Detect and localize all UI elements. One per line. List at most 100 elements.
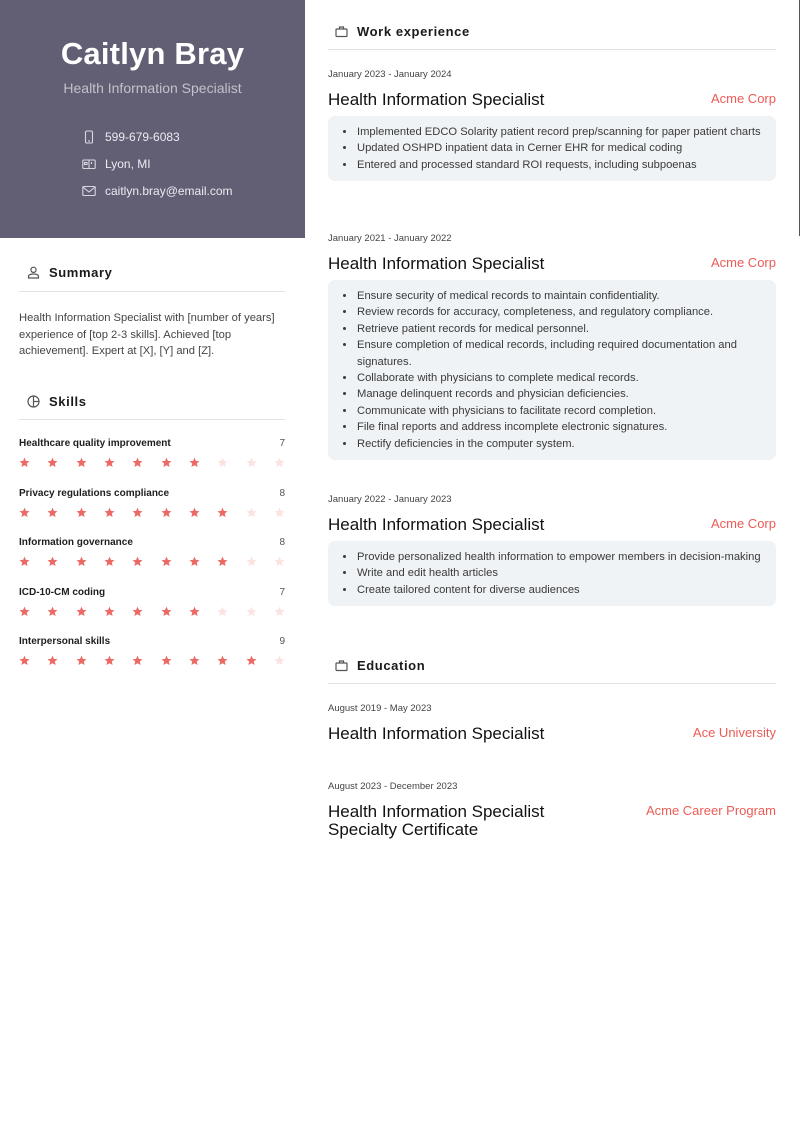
bullet-item: Create tailored content for diverse audi… [356,582,762,598]
education-heading: Education [335,658,425,673]
star-filled-icon [246,653,257,665]
entry-date: August 2019 - May 2023 [328,703,432,714]
star-empty-icon [217,455,228,467]
skill-value: 8 [279,487,285,499]
star-filled-icon [47,455,58,467]
person-icon [27,266,40,279]
education-divider [328,683,776,684]
star-filled-icon [19,604,30,616]
skill-rating [19,505,285,517]
entry-org: Acme Corp [710,255,776,270]
contact-phone: 599-679-6083 [82,123,233,150]
skill-value: 8 [279,537,285,548]
entry-org: Acme Corp [710,516,776,531]
work-entry: January 2022 - January 2023 Health Infor… [328,494,776,607]
star-filled-icon [132,505,143,517]
location-icon [82,157,96,171]
skill-rating [19,604,285,616]
skills-heading-text: Skills [49,394,87,409]
phone-value: 599-679-6083 [105,129,180,144]
star-empty-icon [217,604,228,616]
education-entry: August 2023 - December 2023 Health Infor… [328,781,776,839]
star-filled-icon [189,604,200,616]
skill-item: Healthcare quality improvement 7 [19,438,285,488]
summary-heading-text: Summary [49,265,113,280]
star-filled-icon [132,653,143,665]
star-filled-icon [104,505,115,517]
bullet-item: Updated OSHPD inpatient data in Cerner E… [356,140,762,156]
email-icon [82,184,96,198]
briefcase-icon [335,659,348,672]
work-heading: Work experience [335,24,470,39]
education-heading-text: Education [357,658,426,673]
skill-value: 9 [279,636,285,647]
star-filled-icon [104,653,115,665]
star-filled-icon [217,554,228,566]
skills-divider [19,419,285,420]
entry-role: Health Information Specialist Specialty … [328,802,545,839]
work-heading-text: Work experience [357,24,470,39]
skill-value: 7 [279,438,285,449]
skill-rating [19,455,285,467]
star-filled-icon [19,455,30,467]
star-filled-icon [189,653,200,665]
star-filled-icon [132,455,143,467]
entry-bullets: Ensure security of medical records to ma… [328,280,776,461]
bullet-item: Ensure security of medical records to ma… [356,288,762,304]
contact-email: caitlyn.bray@email.com [82,177,233,204]
entry-role: Health Information Specialist [328,724,545,743]
star-empty-icon [274,604,285,616]
star-filled-icon [47,554,58,566]
star-filled-icon [104,554,115,566]
skill-name: Interpersonal skills [19,636,111,647]
star-filled-icon [47,653,58,665]
skill-item: Information governance 8 [19,537,285,587]
entry-date: January 2021 - January 2022 [328,233,452,244]
star-filled-icon [19,653,30,665]
star-filled-icon [161,554,172,566]
entry-bullets: Provide personalized health information … [328,541,776,607]
star-filled-icon [217,505,228,517]
star-filled-icon [132,604,143,616]
entry-role: Health Information Specialist [328,90,545,109]
work-entry: January 2021 - January 2022 Health Infor… [328,233,776,461]
star-empty-icon [274,653,285,665]
contact-list: 599-679-6083 Lyon, MI caitlyn.bray@email… [82,123,233,204]
person-name: Caitlyn Bray [60,36,245,71]
entry-date: January 2022 - January 2023 [328,494,452,505]
bullet-item: Review records for accuracy, completenes… [356,304,762,320]
star-empty-icon [246,455,257,467]
bullet-item: Provide personalized health information … [356,549,762,565]
profile-header: Caitlyn Bray Health Information Speciali… [0,0,305,238]
left-column: Caitlyn Bray Health Information Speciali… [0,0,305,1128]
star-filled-icon [76,653,87,665]
skill-rating [19,653,285,665]
star-filled-icon [189,505,200,517]
pie-chart-icon [27,395,40,408]
star-filled-icon [161,604,172,616]
work-entry: January 2023 - January 2024 Health Infor… [328,69,776,182]
skill-rating [19,554,285,566]
bullet-item: Implemented EDCO Solarity patient record… [356,124,762,140]
star-filled-icon [76,455,87,467]
skill-name: Privacy regulations compliance [19,487,170,499]
star-filled-icon [132,554,143,566]
bullet-item: Rectify deficiencies in the computer sys… [356,436,762,452]
skill-item: ICD-10-CM coding 7 [19,587,285,637]
entry-date: August 2023 - December 2023 [328,781,458,792]
star-empty-icon [274,505,285,517]
entry-org: Acme Career Program [645,803,776,818]
entry-role: Health Information Specialist [328,515,545,534]
star-filled-icon [76,604,87,616]
star-filled-icon [104,455,115,467]
star-filled-icon [161,505,172,517]
star-filled-icon [76,554,87,566]
summary-text: Health Information Specialist with [numb… [19,312,275,357]
location-value: Lyon, MI [105,156,151,171]
bullet-item: Write and edit health articles [356,565,762,581]
star-filled-icon [189,554,200,566]
skill-value: 7 [279,586,285,598]
entry-role: Health Information Specialist [328,254,545,273]
bullet-item: Ensure completion of medical records, in… [356,337,762,370]
skill-name: Healthcare quality improvement [19,438,171,449]
